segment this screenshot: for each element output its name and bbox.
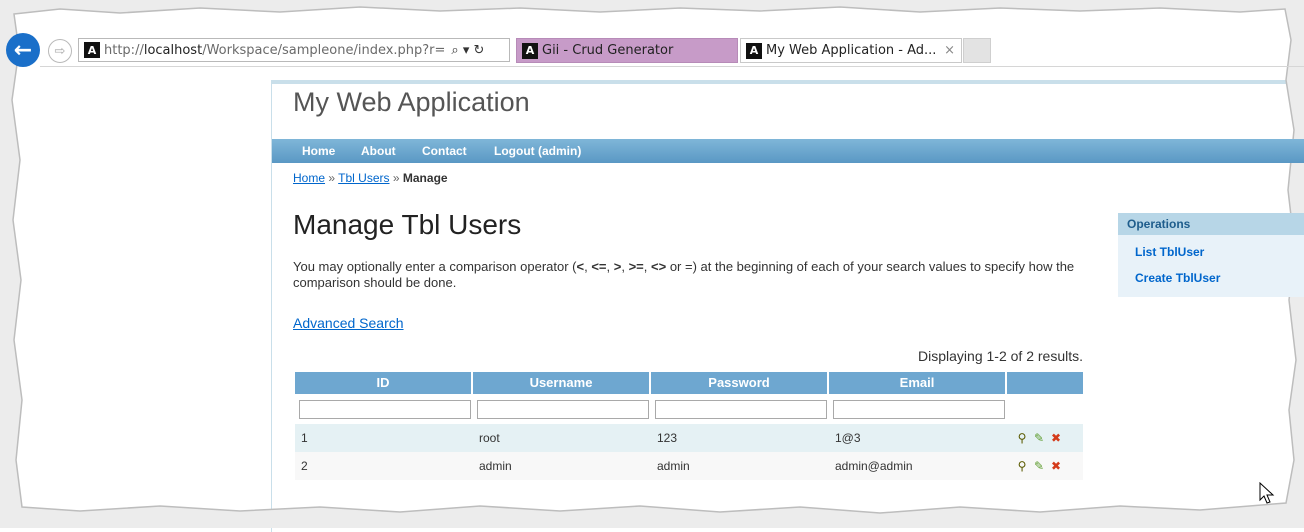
update-icon[interactable]: ✎ [1032,459,1046,473]
users-grid: ID Username Password Email 1 root 123 1@… [295,372,1083,480]
column-header-id[interactable]: ID [295,372,473,394]
tab-favicon-icon: A [746,42,762,59]
search-refresh-icons[interactable]: ⌕ ▾ ↻ [451,43,484,58]
breadcrumb-tbl-users[interactable]: Tbl Users [338,171,389,185]
cell-id: 1 [301,431,308,445]
main-nav: Home About Contact Logout (admin) [272,139,1304,163]
list-tbluser-link[interactable]: List TblUser [1135,245,1304,259]
table-row: 1 root 123 1@3 ⚲ ✎ ✖ [295,424,1083,452]
column-header-password[interactable]: Password [651,372,829,394]
column-header-actions [1007,372,1083,394]
address-bar[interactable]: A http://localhost/Workspace/sampleone/i… [78,38,510,62]
nav-about[interactable]: About [361,144,396,158]
view-icon[interactable]: ⚲ [1015,431,1029,445]
row-actions: ⚲ ✎ ✖ [1007,459,1083,473]
breadcrumb-separator: » [328,171,336,185]
cell-username: root [479,431,500,445]
address-url[interactable]: http://localhost/Workspace/sampleone/ind… [104,43,445,58]
breadcrumb: Home » Tbl Users » Manage [293,171,448,185]
breadcrumb-home[interactable]: Home [293,171,325,185]
tab-gii-crud-generator[interactable]: A Gii - Crud Generator [516,38,738,63]
app-title: My Web Application [293,87,530,117]
results-summary: Displaying 1-2 of 2 results. [918,348,1083,364]
chrome-divider [40,66,1304,67]
filter-username-input[interactable] [477,399,649,419]
operations-title: Operations [1118,213,1304,235]
table-row: 2 admin admin admin@admin ⚲ ✎ ✖ [295,452,1083,480]
arrow-left-icon: ← [13,37,33,63]
tab-label: Gii - Crud Generator [542,43,674,58]
column-header-username[interactable]: Username [473,372,651,394]
cell-email: admin@admin [835,459,913,473]
breadcrumb-separator: » [392,171,400,185]
column-header-email[interactable]: Email [829,372,1007,394]
mouse-cursor-icon [1259,482,1275,504]
arrow-right-icon: ⇨ [54,43,66,59]
filter-id-input[interactable] [299,399,471,419]
tab-favicon-icon: A [522,42,538,59]
cell-password: admin [657,459,690,473]
breadcrumb-current: Manage [402,171,448,185]
new-tab-button[interactable] [963,38,991,63]
grid-header: ID Username Password Email [295,372,1083,394]
close-tab-icon[interactable]: × [944,43,955,58]
delete-icon[interactable]: ✖ [1049,459,1063,473]
cell-email: 1@3 [835,431,861,445]
update-icon[interactable]: ✎ [1032,431,1046,445]
page-title: Manage Tbl Users [293,209,522,240]
filter-email-input[interactable] [833,399,1005,419]
search-hint: You may optionally enter a comparison op… [293,259,1075,290]
nav-home[interactable]: Home [302,144,335,158]
back-button[interactable]: ← [6,33,40,67]
tab-my-web-application[interactable]: A My Web Application - Ad... × [740,38,962,63]
site-favicon-icon: A [84,42,100,58]
forward-button[interactable]: ⇨ [48,39,72,63]
create-tbluser-link[interactable]: Create TblUser [1135,271,1304,285]
operations-portlet: Operations List TblUser Create TblUser [1118,213,1304,297]
advanced-search-link[interactable]: Advanced Search [293,315,404,331]
cell-username: admin [479,459,512,473]
delete-icon[interactable]: ✖ [1049,431,1063,445]
cell-id: 2 [301,459,308,473]
filter-password-input[interactable] [655,399,827,419]
row-actions: ⚲ ✎ ✖ [1007,431,1083,445]
nav-logout[interactable]: Logout (admin) [494,144,581,158]
grid-filter-row [295,394,1083,424]
view-icon[interactable]: ⚲ [1015,459,1029,473]
cell-password: 123 [657,431,678,445]
tab-label: My Web Application - Ad... [766,43,937,58]
nav-contact[interactable]: Contact [422,144,467,158]
